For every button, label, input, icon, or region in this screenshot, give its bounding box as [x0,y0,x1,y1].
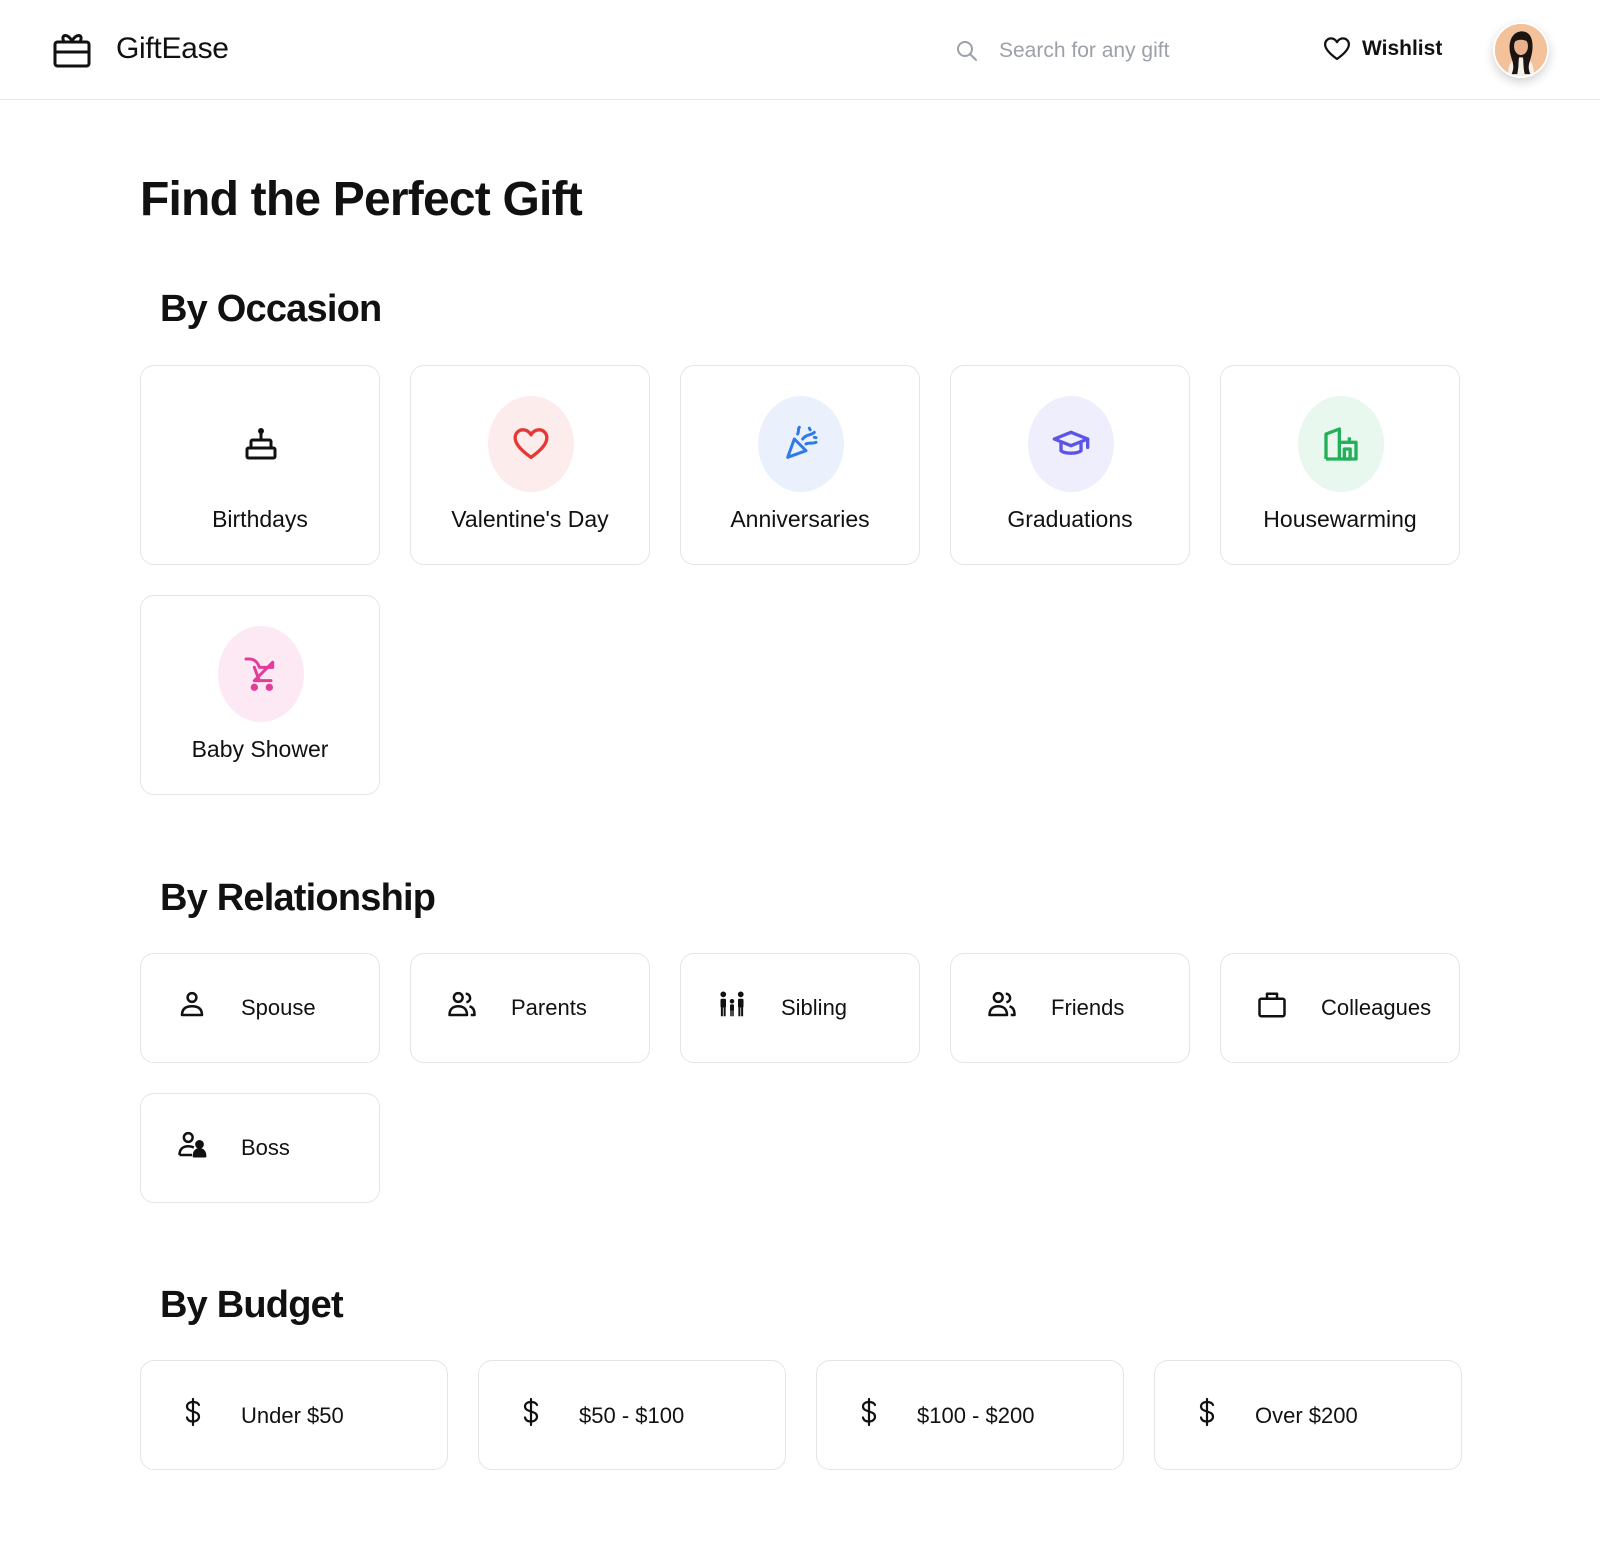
relationship-label: Parents [511,995,587,1020]
occasion-card-anniversaries[interactable]: Anniversaries [680,365,920,565]
dollar-icon [523,1397,539,1427]
brand-name: GiftEase [116,32,229,65]
budget-card-under-50[interactable]: Under $50 [140,1360,448,1470]
gift-box-icon [53,34,91,68]
search-bar [955,32,1255,70]
budget-section-title: By Budget [160,1284,344,1326]
relationship-label: Sibling [781,995,848,1020]
relationship-section-title: By Relationship [160,877,436,919]
party-popper-icon [786,425,818,459]
occasion-label: Housewarming [1263,506,1417,532]
wishlist-button[interactable]: Wishlist [1322,34,1442,64]
family-icon [720,991,744,1017]
user-portrait-icon [1495,24,1547,76]
occasion-card-graduations[interactable]: Graduations [950,365,1190,565]
occasion-icon-bg [218,626,304,722]
occasion-icon-bg [1028,396,1114,492]
relationship-card-boss[interactable]: Boss [140,1093,380,1203]
occasion-label: Baby Shower [191,736,329,762]
page-title: Find the Perfect Gift [140,173,583,226]
relationship-label: Boss [241,1135,290,1160]
budget-label: $50 - $100 [579,1403,685,1428]
cake-icon [245,428,277,460]
budget-label: $100 - $200 [917,1403,1035,1428]
occasion-label: Valentine's Day [451,506,609,532]
budget-card-50-100[interactable]: $50 - $100 [478,1360,786,1470]
dollar-icon [1199,1397,1215,1427]
occasion-label: Graduations [1007,506,1133,532]
occasion-card-baby-shower[interactable]: Baby Shower [140,595,380,795]
budget-label: Over $200 [1255,1403,1358,1428]
occasion-card-birthdays[interactable]: Birthdays [140,365,380,565]
heart-icon [513,428,549,459]
occasion-icon-bg [218,396,304,492]
budget-label: Under $50 [241,1403,344,1428]
relationship-card-friends[interactable]: Friends [950,953,1190,1063]
dollar-icon [185,1397,201,1427]
relationship-label: Friends [1051,995,1125,1020]
occasion-section-title: By Occasion [160,288,382,330]
occasion-card-valentines-day[interactable]: Valentine's Day [410,365,650,565]
stroller-icon [244,657,275,692]
people-icon [448,991,476,1017]
top-navbar: GiftEase Wishlist [0,0,1600,100]
house-icon [1324,427,1358,461]
heart-outline-icon [1324,37,1350,61]
relationship-label: Colleagues [1321,995,1432,1020]
budget-card-over-200[interactable]: Over $200 [1154,1360,1462,1470]
wishlist-label: Wishlist [1362,37,1443,60]
relationship-label: Spouse [241,995,316,1020]
occasion-icon-bg [1298,396,1384,492]
relationship-card-sibling[interactable]: Sibling [680,953,920,1063]
occasion-icon-bg [488,396,574,492]
people-icon [988,991,1016,1017]
logo-link[interactable] [52,30,92,70]
search-input[interactable] [999,34,1239,68]
user-tie-icon [178,1131,207,1158]
avatar[interactable] [1493,22,1549,78]
relationship-card-spouse[interactable]: Spouse [140,953,380,1063]
occasion-label: Birthdays [212,506,308,532]
graduation-cap-icon [1052,430,1090,455]
person-icon [180,991,204,1017]
search-icon [957,41,977,61]
briefcase-icon [1258,992,1286,1018]
dollar-icon [861,1397,877,1427]
relationship-card-parents[interactable]: Parents [410,953,650,1063]
occasion-card-housewarming[interactable]: Housewarming [1220,365,1460,565]
budget-card-100-200[interactable]: $100 - $200 [816,1360,1124,1470]
occasion-icon-bg [758,396,844,492]
occasion-label: Anniversaries [730,506,870,532]
relationship-card-colleagues[interactable]: Colleagues [1220,953,1460,1063]
